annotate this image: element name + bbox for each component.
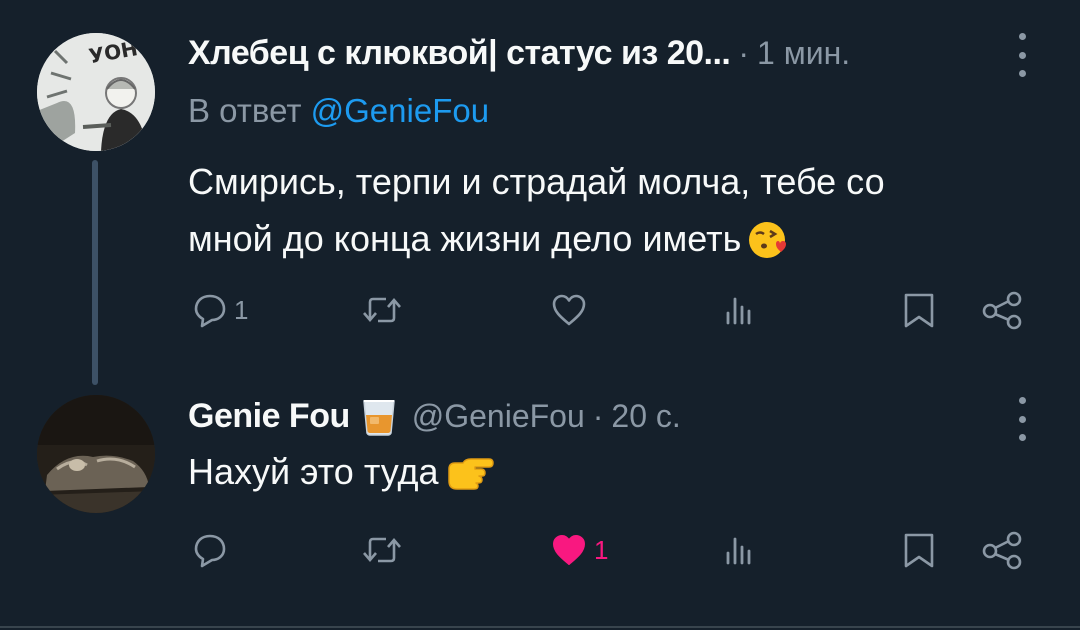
retweet-button[interactable] (358, 525, 410, 575)
like-count: 1 (594, 534, 609, 565)
reply-prefix: В ответ (188, 92, 302, 129)
reply-count: 1 (234, 294, 249, 325)
reply-icon (188, 529, 230, 571)
like-button[interactable] (548, 285, 594, 335)
tweet-header: Хлебец с клюквой| статус из 20... · 1 ми… (188, 28, 850, 78)
reply-mention-link[interactable]: @GenieFou (311, 92, 489, 129)
display-name[interactable]: Genie Fou (188, 397, 350, 436)
reply-button[interactable]: 1 (188, 285, 248, 335)
reply-to-line: В ответ @GenieFou (188, 92, 489, 130)
timestamp[interactable]: 20 с. (611, 398, 680, 435)
tweet-actions: 1 (0, 525, 1080, 575)
pointing-right-hand-icon (445, 451, 495, 509)
more-options-icon[interactable] (1010, 397, 1034, 441)
reply-icon (188, 289, 230, 331)
whisky-glass-icon (360, 395, 398, 437)
user-handle[interactable]: @GenieFou (412, 398, 585, 435)
timestamp[interactable]: 1 мин. (757, 35, 850, 72)
tweet-reply[interactable]: УОН Хлебец с клюквой| статус из 20... · … (0, 0, 1080, 385)
reply-button[interactable] (188, 525, 234, 575)
display-name[interactable]: Хлебец с клюквой| статус из 20... (188, 34, 731, 73)
retweet-button[interactable] (358, 285, 410, 335)
separator-dot: · (738, 34, 750, 71)
share-button[interactable] (980, 285, 1026, 335)
tweet-text: Нахуй это туда (188, 443, 948, 509)
share-icon (980, 529, 1026, 571)
share-button[interactable] (980, 525, 1026, 575)
retweet-icon (358, 529, 406, 571)
bookmark-button[interactable] (898, 285, 940, 335)
bookmark-icon (898, 529, 940, 571)
separator-dot: · (592, 397, 604, 434)
avatar[interactable] (37, 395, 155, 513)
bottom-divider (0, 626, 1080, 628)
heart-filled-icon (548, 529, 590, 571)
face-blowing-kiss-icon (747, 218, 789, 276)
tweet-text: Смирись, терпи и страдай молча, тебе со … (188, 153, 948, 276)
more-options-icon[interactable] (1010, 33, 1034, 77)
thread-connector-line (92, 160, 98, 385)
avatar[interactable]: УОН (37, 33, 155, 151)
share-icon (980, 289, 1026, 331)
retweet-icon (358, 289, 406, 331)
heart-icon (548, 289, 590, 331)
analytics-bars-icon (718, 289, 760, 331)
bookmark-icon (898, 289, 940, 331)
like-button[interactable]: 1 (548, 525, 608, 575)
views-button[interactable] (718, 285, 764, 335)
tweet[interactable]: Genie Fou @GenieFou · 20 с. Нахуй это ту… (0, 385, 1080, 630)
tweet-text-content: Нахуй это туда (188, 451, 439, 492)
tweet-header: Genie Fou @GenieFou · 20 с. (188, 391, 681, 441)
analytics-bars-icon (718, 529, 760, 571)
views-button[interactable] (718, 525, 764, 575)
bookmark-button[interactable] (898, 525, 940, 575)
tweet-actions: 1 (0, 285, 1080, 335)
